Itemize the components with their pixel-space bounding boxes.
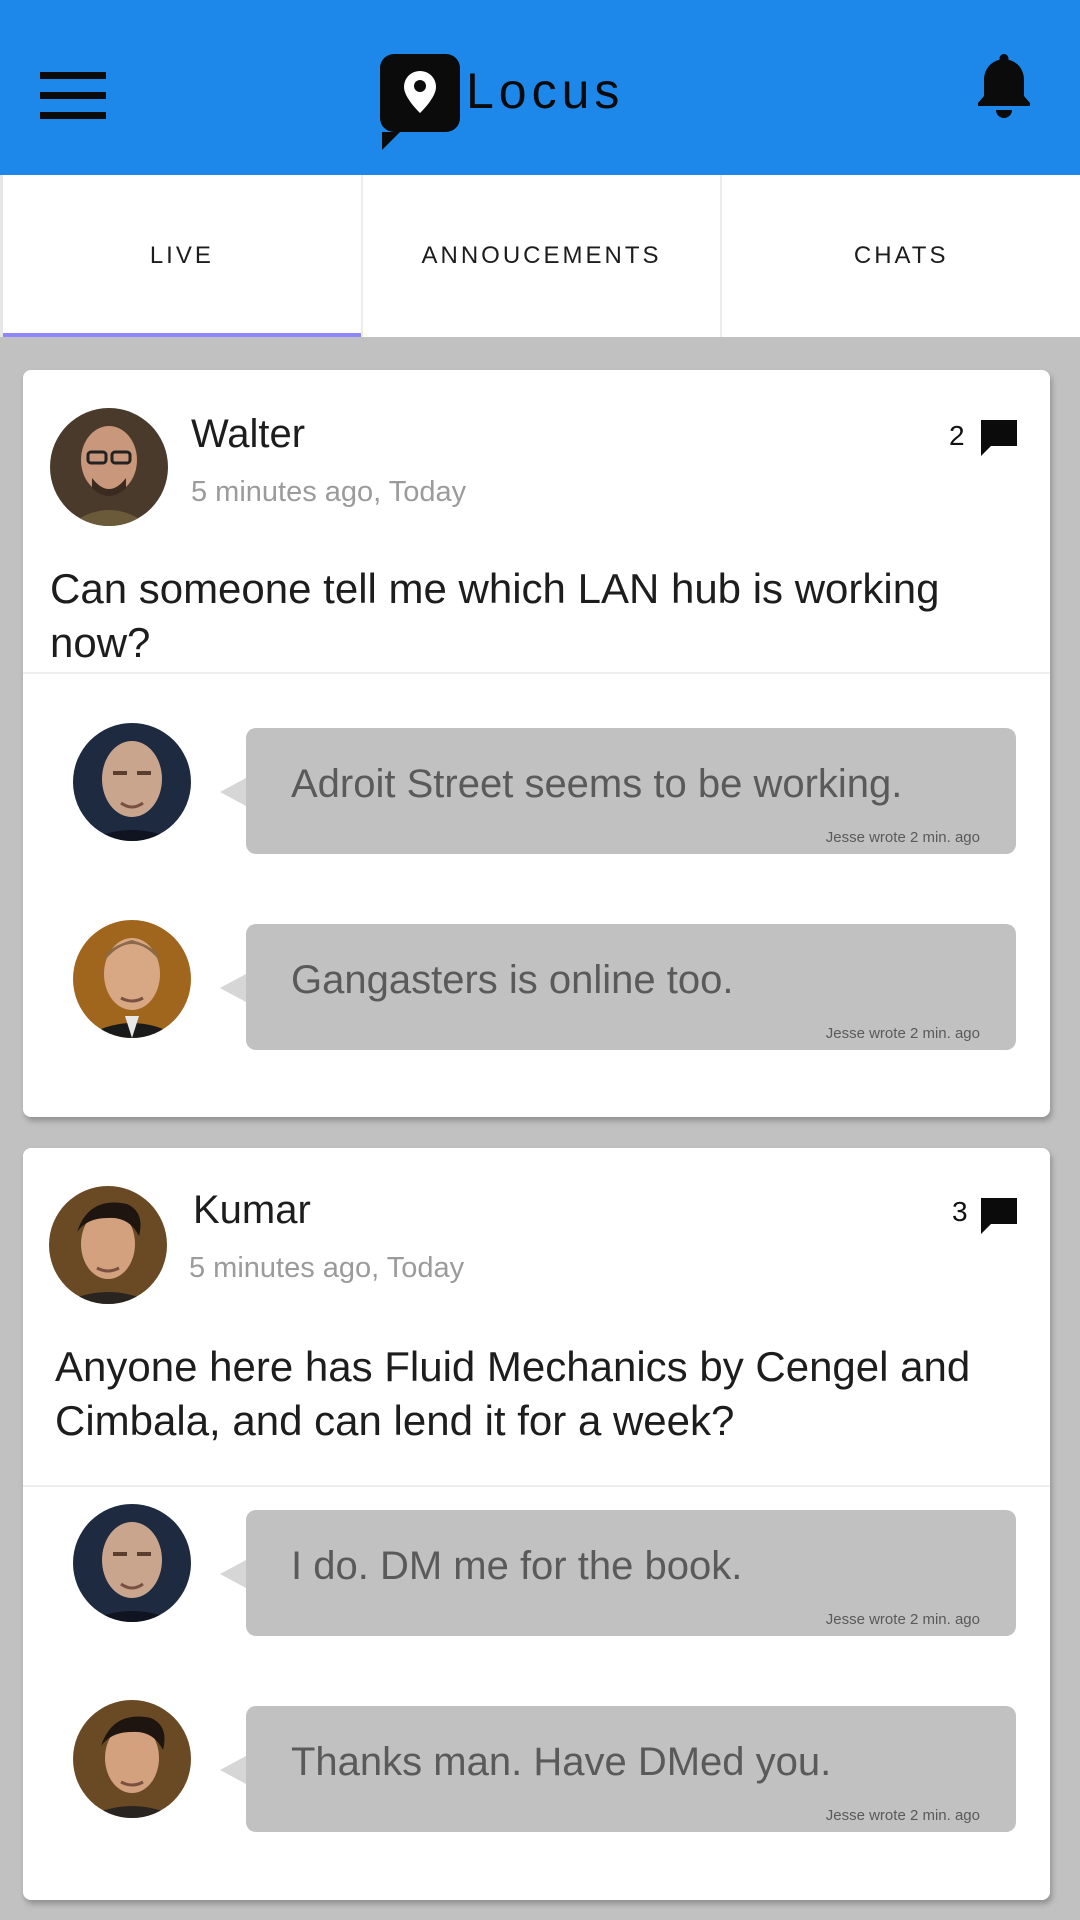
avatar-image [49, 1186, 167, 1304]
post-card[interactable]: Walter 5 minutes ago, Today 2 Can someon… [23, 370, 1050, 1117]
avatar[interactable] [73, 1504, 191, 1622]
comment-count: 3 [952, 1196, 968, 1227]
tab-label: LIVE [149, 242, 214, 269]
post-time: 5 minutes ago, Today [189, 1252, 465, 1284]
speech-bubble-icon[interactable] [979, 418, 1019, 458]
author-name[interactable]: Kumar [193, 1188, 311, 1233]
reply-meta: Jesse wrote 2 min. ago [825, 1025, 980, 1042]
reply-text: I do. DM me for the book. [291, 1544, 743, 1588]
hamburger-menu-icon[interactable] [40, 72, 106, 119]
tab-announcements[interactable]: ANNOUCEMENTS [363, 175, 723, 337]
tab-bar: LIVE ANNOUCEMENTS CHATS [0, 175, 1080, 337]
app-bar: Locus [0, 0, 1080, 175]
reply-text: Adroit Street seems to be working. [291, 762, 903, 806]
bell-icon[interactable] [976, 50, 1032, 118]
app-title: Locus [466, 63, 625, 119]
tab-chats[interactable]: CHATS [722, 175, 1080, 337]
tab-live[interactable]: LIVE [0, 175, 363, 337]
reply-meta: Jesse wrote 2 min. ago [825, 829, 980, 846]
reply-text: Thanks man. Have DMed you. [291, 1740, 832, 1784]
reply-bubble[interactable]: Thanks man. Have DMed you. Jesse wrote 2… [220, 1706, 1016, 1832]
avatar-image [73, 1700, 191, 1818]
tab-label: ANNOUCEMENTS [421, 242, 662, 269]
speech-bubble-icon[interactable] [979, 1196, 1019, 1236]
avatar-image [50, 408, 168, 526]
map-pin-icon [404, 71, 436, 113]
reply-meta: Jesse wrote 2 min. ago [825, 1611, 980, 1628]
reply-bubble[interactable]: Gangasters is online too. Jesse wrote 2 … [220, 924, 1016, 1050]
avatar[interactable] [50, 408, 168, 526]
comment-count: 2 [949, 420, 965, 451]
reply-text: Gangasters is online too. [291, 958, 734, 1002]
avatar[interactable] [49, 1186, 167, 1304]
avatar-image [73, 723, 191, 841]
reply-bubble[interactable]: I do. DM me for the book. Jesse wrote 2 … [220, 1510, 1016, 1636]
avatar[interactable] [73, 920, 191, 1038]
avatar[interactable] [73, 723, 191, 841]
reply-meta: Jesse wrote 2 min. ago [825, 1807, 980, 1824]
post-text: Anyone here has Fluid Mechanics by Cenge… [55, 1343, 971, 1444]
post-text: Can someone tell me which LAN hub is wor… [50, 565, 940, 666]
tab-label: CHATS [853, 242, 949, 269]
author-name[interactable]: Walter [191, 412, 305, 457]
post-card[interactable]: Kumar 5 minutes ago, Today 3 Anyone here… [23, 1148, 1050, 1900]
divider [23, 1485, 1050, 1487]
reply-bubble[interactable]: Adroit Street seems to be working. Jesse… [220, 728, 1016, 854]
avatar-image [73, 920, 191, 1038]
post-time: 5 minutes ago, Today [191, 476, 467, 508]
app-logo [380, 54, 460, 150]
avatar[interactable] [73, 1700, 191, 1818]
divider [23, 672, 1050, 674]
avatar-image [73, 1504, 191, 1622]
